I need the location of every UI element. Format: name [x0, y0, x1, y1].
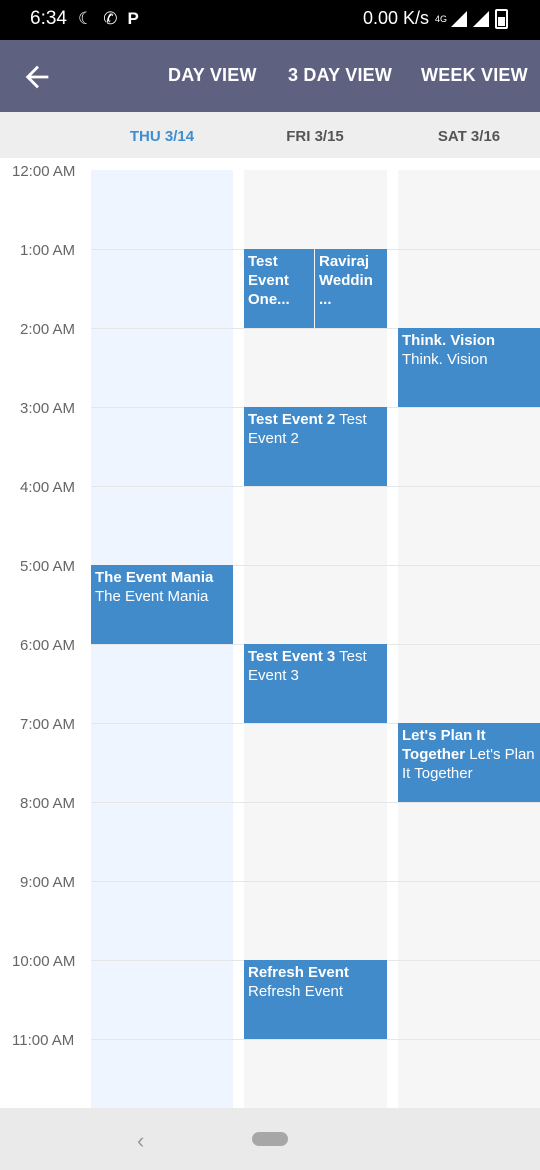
- back-arrow-icon[interactable]: [20, 60, 54, 94]
- event-refresh-event[interactable]: Refresh Event Refresh Event: [244, 960, 387, 1039]
- status-right: 0.00 K/s 4G: [363, 8, 508, 29]
- event-title: Test Event One...: [248, 253, 290, 308]
- moon-icon: ☾: [78, 9, 94, 28]
- hour-line: [91, 881, 540, 882]
- event-title: Test Event 2: [248, 411, 336, 428]
- time-label: 8:00 AM: [20, 795, 76, 812]
- status-time: 6:34: [30, 8, 67, 29]
- event-the-event-mania[interactable]: The Event Mania The Event Mania: [91, 565, 233, 644]
- parking-icon: P: [127, 9, 139, 28]
- event-title: Think. Vision: [402, 332, 496, 349]
- time-label: 4:00 AM: [20, 479, 76, 496]
- event-title: Raviraj Weddin ...: [319, 253, 373, 308]
- battery-icon: [495, 8, 508, 29]
- hour-line: [91, 486, 540, 487]
- date-thu[interactable]: THU 3/14: [91, 128, 233, 145]
- event-subtitle: Think. Vision: [402, 351, 488, 368]
- event-lets-plan-it-together[interactable]: Let's Plan It Together Let's Plan It Tog…: [398, 723, 540, 802]
- time-label: 6:00 AM: [20, 637, 76, 654]
- hour-line: [91, 1039, 540, 1040]
- calendar-grid[interactable]: 12:00 AM 1:00 AM 2:00 AM 3:00 AM 4:00 AM…: [0, 158, 540, 1108]
- week-view-button[interactable]: WEEK VIEW: [421, 65, 528, 86]
- system-back-icon[interactable]: ‹: [137, 1128, 144, 1154]
- time-label: 7:00 AM: [20, 716, 76, 733]
- time-label: 1:00 AM: [20, 242, 76, 259]
- app-bar: DAY VIEW 3 DAY VIEW WEEK VIEW: [0, 40, 540, 112]
- system-nav-bar: ‹: [0, 1108, 540, 1170]
- event-test-event-3[interactable]: Test Event 3 Test Event 3: [244, 644, 387, 723]
- signal-icon: [451, 10, 467, 27]
- event-title: The Event Mania: [95, 569, 214, 586]
- date-header: THU 3/14 FRI 3/15 SAT 3/16: [0, 112, 540, 158]
- network-speed: 0.00 K/s: [362, 8, 429, 28]
- time-label: 12:00 AM: [12, 163, 76, 180]
- date-sat[interactable]: SAT 3/16: [398, 128, 540, 145]
- day-view-button[interactable]: DAY VIEW: [168, 65, 257, 86]
- status-bar: 6:34 ☾ ✆ P 0.00 K/s 4G: [0, 0, 540, 40]
- event-test-event-2[interactable]: Test Event 2 Test Event 2: [244, 407, 387, 486]
- event-test-event-one[interactable]: Test Event One...: [244, 249, 314, 328]
- system-home-pill-icon[interactable]: [252, 1132, 288, 1146]
- day-column-sat[interactable]: [398, 170, 540, 1108]
- event-subtitle: Refresh Event: [248, 983, 344, 1000]
- event-title: Refresh Event: [248, 964, 349, 981]
- signal-icon-2: [473, 10, 489, 27]
- date-fri[interactable]: FRI 3/15: [244, 128, 386, 145]
- network-type: 4G: [434, 13, 447, 24]
- phone-icon: ✆: [103, 9, 118, 28]
- time-label: 3:00 AM: [20, 400, 76, 417]
- time-label: 9:00 AM: [20, 874, 76, 891]
- three-day-view-button[interactable]: 3 DAY VIEW: [288, 65, 392, 86]
- event-raviraj-wedding[interactable]: Raviraj Weddin ...: [315, 249, 387, 328]
- time-label: 2:00 AM: [20, 321, 76, 338]
- status-left-icons: ☾ ✆ P: [78, 9, 139, 29]
- time-label: 5:00 AM: [20, 558, 76, 575]
- event-think-vision[interactable]: Think. Vision Think. Vision: [398, 328, 540, 407]
- hour-line: [91, 802, 540, 803]
- time-label: 10:00 AM: [12, 953, 76, 970]
- event-subtitle: The Event Mania: [95, 588, 209, 605]
- time-label: 11:00 AM: [12, 1032, 75, 1049]
- event-title: Test Event 3: [248, 648, 336, 665]
